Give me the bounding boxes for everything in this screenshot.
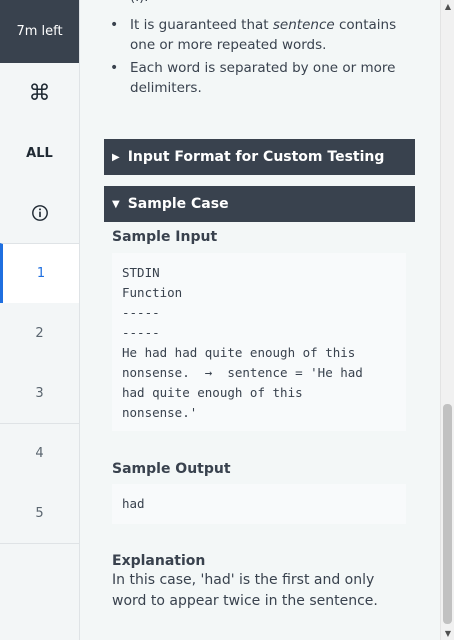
- vertical-scrollbar[interactable]: ▲ ▼: [440, 0, 454, 640]
- explanation-text: In this case, 'had' is the first and onl…: [112, 572, 378, 609]
- truncated-text: (.).: [130, 0, 148, 5]
- input-format-title: Input Format for Custom Testing: [127, 149, 385, 165]
- sidebar-divider: [0, 543, 79, 544]
- question-nav-2[interactable]: 2: [0, 303, 79, 363]
- info-icon[interactable]: [0, 183, 79, 243]
- sample-output-label: Sample Output: [112, 461, 231, 477]
- command-icon[interactable]: ⌘: [0, 63, 79, 123]
- scrollbar-thumb[interactable]: [443, 404, 452, 624]
- explanation-label: Explanation: [112, 553, 206, 569]
- timer-display: 7m left: [0, 0, 79, 63]
- problem-content: (.). It is guaranteed that sentence cont…: [80, 0, 440, 640]
- question-nav-3[interactable]: 3: [0, 363, 79, 423]
- sample-case-toggle[interactable]: ▼ Sample Case: [104, 186, 415, 222]
- constraint-item: Each word is separated by one or more de…: [110, 59, 410, 98]
- constraint-item: It is guaranteed that sentence contains …: [110, 16, 410, 55]
- question-nav-5[interactable]: 5: [0, 483, 79, 543]
- sample-output-code: had: [112, 484, 406, 524]
- caret-down-icon: ▼: [112, 198, 120, 210]
- input-format-toggle[interactable]: ▶ Input Format for Custom Testing: [104, 139, 415, 175]
- sample-input-label: Sample Input: [112, 229, 218, 245]
- sample-case-title: Sample Case: [127, 196, 229, 212]
- all-questions-button[interactable]: ALL: [0, 123, 79, 183]
- question-nav-1[interactable]: 1: [0, 243, 79, 303]
- info-circle-icon: [31, 205, 48, 221]
- constraints-list: (.). It is guaranteed that sentence cont…: [110, 0, 410, 102]
- sample-input-code: STDIN Function ----- ----- He had had qu…: [112, 253, 406, 431]
- question-sidebar: 7m left ⌘ ALL 1 2 3 4 5: [0, 0, 80, 640]
- question-nav-4[interactable]: 4: [0, 423, 79, 483]
- caret-right-icon: ▶: [112, 151, 120, 163]
- scroll-up-icon[interactable]: ▲: [443, 2, 453, 11]
- scroll-down-icon[interactable]: ▼: [443, 629, 453, 638]
